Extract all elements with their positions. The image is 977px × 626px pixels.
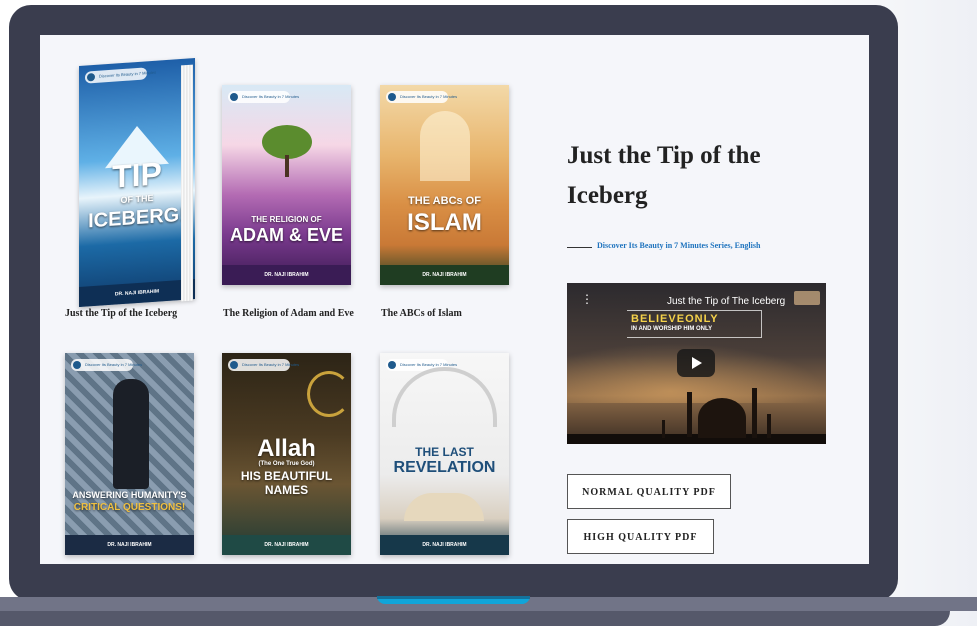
book-author: DR. NAJI IBRAHIM [380,265,509,285]
book-cover-title: ANSWERING HUMANITY'S [72,490,187,500]
play-button-icon[interactable] [677,349,715,377]
arch-shape [420,111,470,181]
book-cover-title: Allah [257,435,316,462]
book-cover-critical-questions[interactable]: Discover Its Beauty in 7 Minutes ANSWERI… [65,353,194,555]
series-divider [567,247,592,248]
book-badge: Discover Its Beauty in 7 Minutes [85,67,156,84]
book-author: DR. NAJI IBRAHIM [222,535,351,555]
book-cover-title: THE LAST [415,445,474,459]
book-cover-abcs-islam[interactable]: Discover Its Beauty in 7 Minutes THE ABC… [380,85,509,285]
book-badge: Discover Its Beauty in 7 Minutes [228,359,299,371]
book-cover-subtitle: THE RELIGION OF [251,215,322,224]
book-author: DR. NAJI IBRAHIM [222,265,351,285]
book-badge: Discover Its Beauty in 7 Minutes [228,91,299,103]
book-cover-title2: REVELATION [393,459,496,476]
book-author: DR. NAJI IBRAHIM [380,535,509,555]
tree-shape [262,125,312,159]
book-pages [181,64,193,302]
book-cover-subtitle: (The One True God) [258,461,315,467]
book-badge: Discover Its Beauty in 7 Minutes [386,91,457,103]
book-cover-adam-eve[interactable]: Discover Its Beauty in 7 Minutes THE REL… [222,85,351,285]
book-cover-title2: HIS BEAUTIFUL NAMES [240,469,333,497]
book-caption[interactable]: The ABCs of Islam [381,308,462,319]
laptop-notch-shadow [377,596,530,599]
book-author: DR. NAJI IBRAHIM [79,278,195,308]
book-author: DR. NAJI IBRAHIM [65,535,194,555]
video-title[interactable]: Just the Tip of The Iceberg [667,296,785,307]
high-quality-pdf-button[interactable]: HIGH QUALITY PDF [567,519,714,554]
book-detail-title: Just the Tip of the Iceberg [567,142,761,209]
book-caption[interactable]: Just the Tip of the Iceberg [65,308,177,319]
book-cover-title: ISLAM [407,209,482,236]
book-cover-title: ADAM & EVE [229,225,343,245]
book-cover-last-revelation[interactable]: Discover Its Beauty in 7 Minutes THE LAS… [380,353,509,555]
book-cover-title2: CRITICAL QUESTIONS! [73,502,186,513]
tree-trunk [285,155,289,177]
arch-pattern [392,367,497,427]
open-book-shape [404,493,484,521]
book-cover-title2: ICEBERG! [88,203,186,233]
book-caption[interactable]: The Religion of Adam and Eve [223,308,354,319]
calligraphy-shape [307,371,351,417]
video-overlay-text: BELIEVEONLY [631,313,719,325]
book-cover-iceberg[interactable]: Discover Its Beauty in 7 Minutes TIP OF … [79,57,195,308]
series-link[interactable]: Discover Its Beauty in 7 Minutes Series,… [597,241,760,250]
channel-avatar[interactable] [794,291,820,305]
video-overlay-subtext: IN AND WORSHIP HIM ONLY [631,326,713,332]
man-silhouette [113,379,149,489]
mosque-silhouette [567,388,826,444]
book-cover-beautiful-names[interactable]: Discover Its Beauty in 7 Minutes Allah (… [222,353,351,555]
book-badge: Discover Its Beauty in 7 Minutes [71,359,142,371]
laptop-base-edge [0,611,950,626]
book-cover-subtitle: THE ABCs OF [408,195,481,207]
video-menu-icon[interactable]: ⋮ [581,293,593,305]
normal-quality-pdf-button[interactable]: NORMAL QUALITY PDF [567,474,731,509]
video-player[interactable]: ⋮ Just the Tip of The Iceberg BELIEVEONL… [567,283,826,444]
